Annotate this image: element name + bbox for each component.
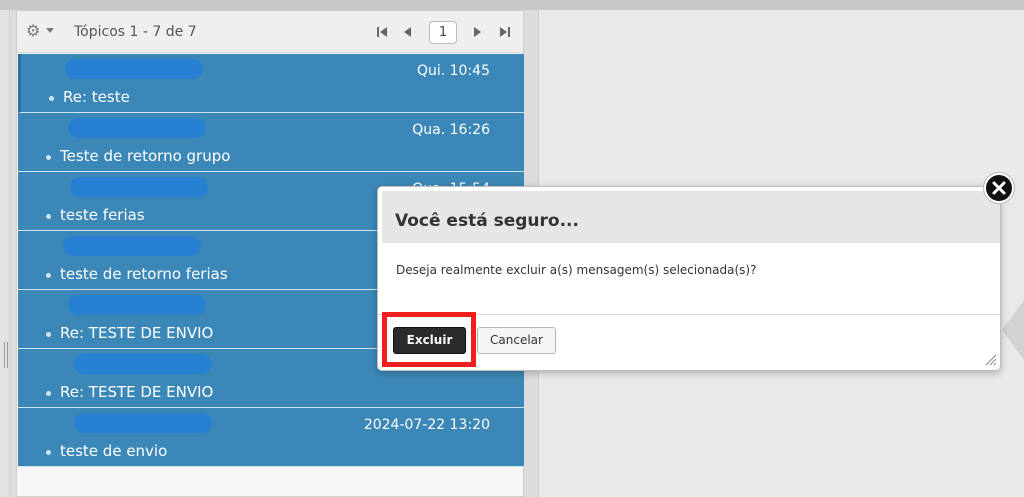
list-toolbar: ⚙ Tópicos 1 - 7 de 7 1 bbox=[17, 11, 523, 53]
left-edge-handle[interactable] bbox=[0, 10, 10, 497]
chevron-down-icon[interactable] bbox=[46, 28, 54, 33]
message-subject: Re: TESTE DE ENVIO bbox=[60, 383, 214, 401]
message-subject: Re: TESTE DE ENVIO bbox=[60, 324, 214, 342]
topic-count: Tópicos 1 - 7 de 7 bbox=[74, 24, 197, 40]
next-page-icon[interactable] bbox=[473, 27, 481, 37]
message-subject: teste de envio bbox=[60, 442, 168, 460]
last-page-icon[interactable] bbox=[499, 27, 510, 37]
redacted-sender bbox=[74, 354, 212, 374]
bullet-icon bbox=[49, 96, 54, 101]
message-date: Qui. 10:45 bbox=[416, 63, 490, 79]
close-dialog-button[interactable] bbox=[983, 172, 1015, 204]
message-row[interactable]: Qui. 10:45 Re: teste bbox=[18, 54, 524, 113]
message-subject: teste de retorno ferias bbox=[60, 265, 228, 283]
resize-grip bbox=[4, 342, 8, 368]
bullet-icon bbox=[46, 391, 51, 396]
message-subject: teste ferias bbox=[60, 206, 145, 224]
first-page-icon[interactable] bbox=[377, 27, 388, 37]
dialog-message: Deseja realmente excluir a(s) mensagem(s… bbox=[396, 263, 757, 277]
bullet-icon bbox=[46, 155, 51, 160]
bullet-icon bbox=[46, 273, 51, 278]
background-shape bbox=[1002, 300, 1024, 360]
message-subject: Teste de retorno grupo bbox=[60, 147, 231, 165]
redacted-sender bbox=[70, 177, 208, 197]
gear-icon[interactable]: ⚙ bbox=[26, 21, 40, 41]
cancel-button[interactable]: Cancelar bbox=[477, 327, 556, 354]
prev-page-icon[interactable] bbox=[404, 27, 412, 37]
message-subject: Re: teste bbox=[63, 88, 130, 106]
delete-button[interactable]: Excluir bbox=[393, 327, 466, 354]
close-icon bbox=[986, 175, 1012, 201]
dialog-title: Você está seguro... bbox=[395, 211, 579, 231]
bullet-icon bbox=[46, 450, 51, 455]
redacted-sender bbox=[65, 59, 203, 79]
message-row[interactable]: 2024-07-22 13:20 teste de envio bbox=[18, 408, 524, 467]
page-number-input[interactable]: 1 bbox=[429, 21, 457, 44]
redacted-sender bbox=[68, 118, 206, 138]
bullet-icon bbox=[46, 214, 51, 219]
top-strip bbox=[0, 0, 1024, 10]
redacted-sender bbox=[63, 236, 201, 256]
redacted-sender bbox=[68, 295, 206, 315]
redacted-sender bbox=[74, 413, 212, 433]
message-row[interactable]: Qua. 16:26 Teste de retorno grupo bbox=[18, 113, 524, 172]
bullet-icon bbox=[46, 332, 51, 337]
dialog-header: Você está seguro... bbox=[382, 191, 1000, 243]
message-date: Qua. 16:26 bbox=[412, 122, 490, 138]
confirm-dialog: Você está seguro... Deseja realmente exc… bbox=[377, 186, 1001, 371]
message-date: 2024-07-22 13:20 bbox=[363, 417, 490, 433]
resize-handle-icon[interactable] bbox=[984, 353, 997, 366]
